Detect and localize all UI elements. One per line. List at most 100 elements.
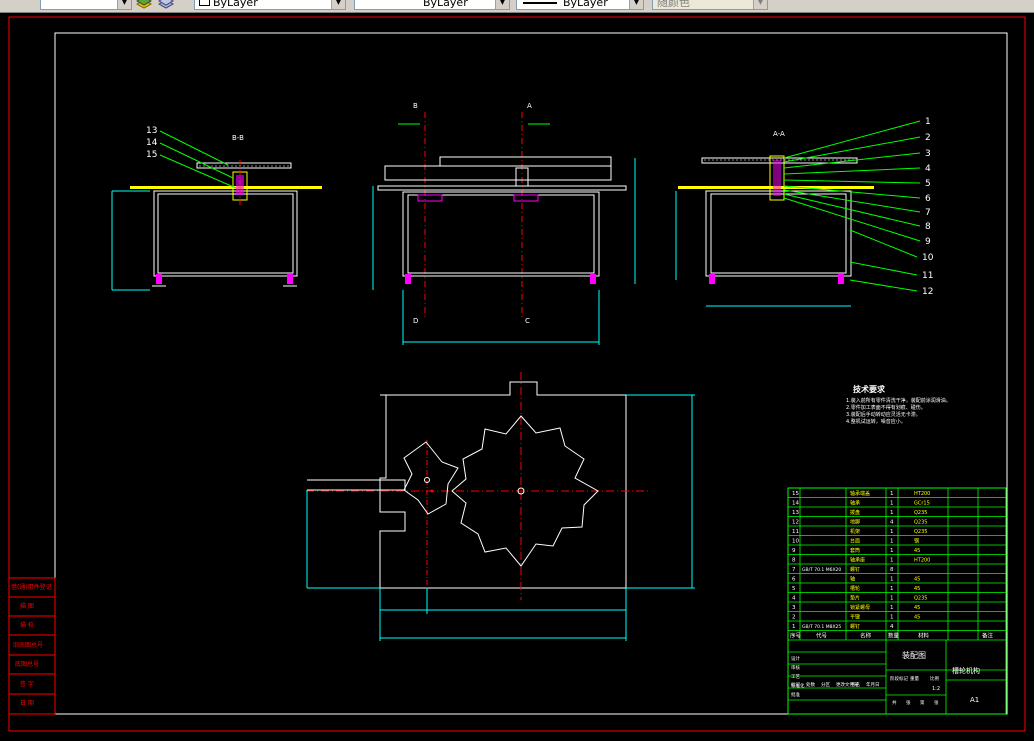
bom-header-cell: 序号 (790, 632, 802, 640)
plotstyle-control[interactable]: 随颜色 ▼ (652, 0, 768, 10)
color-swatch-icon (199, 0, 210, 6)
bom-cell-qty: 1 (890, 596, 894, 602)
stamp-row-4: 旧底图总号 (13, 641, 43, 649)
geneva-wheel-top (384, 165, 612, 181)
bom-cell-no: 5 (792, 586, 796, 592)
bom-cell-qty: 1 (890, 501, 894, 507)
stage-label: 重量 (910, 675, 919, 682)
cut-label-a: A (527, 102, 532, 110)
sheet-label: 张 (934, 699, 939, 706)
lineweight-control-value: ByLayer (563, 0, 608, 9)
bom-cell-material: 45 (914, 548, 920, 554)
layer-dropdown[interactable]: ▼ (40, 0, 132, 10)
sign-label-2: 批准 (791, 691, 800, 698)
bom-cell-code: GB/T 70.1 M8X25 (802, 624, 841, 630)
tech-title: 技术要求 (853, 384, 886, 394)
base-plate-outline (379, 381, 627, 589)
bom-cell-material: 钢 (914, 538, 919, 545)
bom-cell-material: Q235 (914, 510, 927, 516)
bom-cell-name: 拨盘 (850, 509, 860, 516)
bom-cell-qty: 1 (890, 586, 894, 592)
bom-cell-name: 轴承端盖 (850, 490, 870, 497)
bom-cell-name: 台面 (850, 538, 860, 545)
bom-cell-no: 15 (792, 491, 799, 497)
frame-outer-center (402, 191, 600, 277)
callout-15: 15 (146, 150, 157, 160)
bom-cell-name: 螺钉 (850, 623, 860, 630)
bom-cell-name: 锁紧螺母 (850, 604, 870, 611)
chevron-down-icon[interactable]: ▼ (331, 0, 345, 9)
bom-cell-name: 平键 (850, 614, 860, 621)
center-front-view: B A D C (372, 102, 636, 345)
stage-label: 阶段标记 (890, 675, 908, 682)
frame-inner-right (710, 193, 847, 274)
sign-label-2: 审核 (791, 664, 800, 671)
bom-cell-qty: 1 (890, 539, 894, 545)
drawing-canvas[interactable]: B-B 13 14 15 B A D C A-A 1 2 3 4 5 6 7 8… (0, 12, 1034, 737)
bom-cell-no: 4 (792, 596, 796, 602)
linetype-control[interactable]: ByLayer ▼ (354, 0, 510, 10)
bom-cell-no: 14 (792, 501, 799, 507)
foot-center-a (405, 274, 411, 284)
bom-cell-material: 45 (914, 586, 920, 592)
crank-pin (430, 489, 434, 493)
product-name: 槽轮机构 (952, 666, 980, 675)
left-callouts: 13 14 15 (146, 126, 237, 189)
chevron-down-icon[interactable]: ▼ (495, 0, 509, 9)
bom-cell-material: HT200 (914, 558, 930, 564)
bom-cell-material: 45 (914, 605, 920, 611)
bom-cell-material: Q235 (914, 596, 927, 602)
bom-cell-material: HT200 (914, 491, 930, 497)
stamp-row-7: 日 期 (20, 699, 34, 707)
chevron-down-icon[interactable]: ▼ (629, 0, 643, 9)
bom-cell-no: 13 (792, 510, 799, 516)
sign-label-2: 工艺 (791, 674, 800, 680)
stamp-row-6: 签 字 (20, 680, 34, 688)
cut-label-c: C (525, 317, 530, 325)
bom-cell-no: 3 (792, 605, 796, 611)
layer-stack-icon[interactable] (136, 0, 152, 10)
callout-12: 12 (922, 287, 933, 297)
tech-line-3: 3.装配后手动转动应灵活无卡滞。 (846, 411, 921, 418)
bom-cell-qty: 1 (890, 510, 894, 516)
callout-3: 3 (925, 149, 931, 159)
sheet-outer-border (8, 16, 1026, 732)
frame-outer-right (705, 190, 852, 277)
sign-label: 处数 (806, 681, 815, 688)
callout-13: 13 (146, 126, 157, 136)
bearing-center-b (513, 194, 539, 202)
bom-cell-qty: 1 (890, 577, 894, 583)
bom-cell-qty: 1 (890, 548, 894, 554)
bom-header-cell: 备注 (982, 632, 994, 640)
bom-cell-qty: 1 (890, 529, 894, 535)
right-view-aa: A-A 1 2 3 4 5 6 7 8 9 10 11 12 (675, 117, 934, 307)
leader-lines (783, 120, 921, 292)
callout-8: 8 (925, 222, 931, 232)
section-label-right: A-A (773, 130, 785, 138)
bom-cell-no: 8 (792, 558, 796, 564)
section-label-left: B-B (232, 134, 244, 142)
bom-header-cell: 材料 (918, 632, 930, 640)
color-control[interactable]: ByLayer ▼ (194, 0, 346, 10)
foot-right-a (709, 274, 715, 284)
left-view-bb: B-B 13 14 15 (111, 126, 322, 291)
layer-previous-icon[interactable] (158, 0, 174, 10)
lineweight-control[interactable]: ByLayer ▼ (516, 0, 644, 10)
top-view-geneva (306, 372, 695, 641)
color-control-value: ByLayer (213, 0, 258, 9)
callout-2: 2 (925, 133, 931, 143)
bom-cell-material: Q235 (914, 520, 927, 526)
sign-label: 分区 (821, 681, 830, 688)
right-callouts: 1 2 3 4 5 6 7 8 9 10 11 12 (783, 117, 934, 297)
callout-7: 7 (925, 208, 931, 218)
bom-cell-no: 11 (792, 529, 799, 535)
cut-label-b: B (413, 102, 418, 110)
chevron-down-icon[interactable]: ▼ (753, 0, 767, 9)
shaft-right (773, 160, 781, 196)
bom-header-cell: 数量 (888, 632, 900, 640)
bom-cell-name: 槽轮 (850, 585, 860, 592)
chevron-down-icon[interactable]: ▼ (117, 0, 131, 9)
drawing-viewport[interactable]: B-B 13 14 15 B A D C A-A 1 2 3 4 5 6 7 8… (0, 12, 1034, 737)
bom-cell-name: 轴 (850, 576, 855, 583)
tech-line-4: 4.整机试运转，噪音应小。 (846, 418, 906, 425)
